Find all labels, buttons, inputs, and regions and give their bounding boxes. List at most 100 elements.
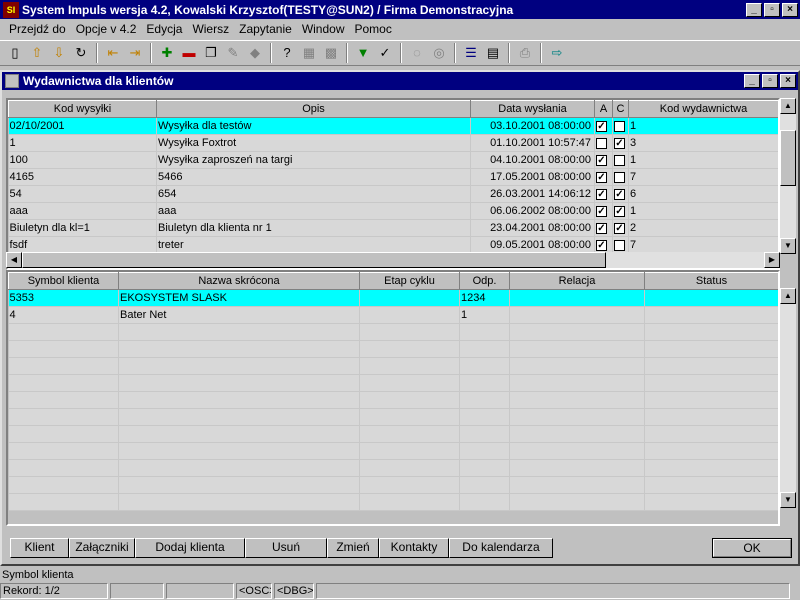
print-icon[interactable]: ⎙ [515, 43, 535, 63]
column-header-nazwa-skrocona[interactable]: Nazwa skrócona [118, 272, 360, 290]
cell-kod-wysylki[interactable]: fsdf [8, 236, 157, 254]
cell-opis[interactable]: Wysyłka zaproszeń na targi [156, 151, 471, 169]
cell-kod-wysylki[interactable]: aaa [8, 202, 157, 220]
cell-kod-wysylki[interactable]: 1 [8, 134, 157, 152]
copy-record-icon[interactable]: ❐ [201, 43, 221, 63]
cell-status[interactable] [644, 306, 778, 324]
cell-kod-wydawnictwa[interactable]: 1 [628, 151, 778, 169]
child-close-button[interactable]: × [780, 74, 796, 88]
cell-data-wyslania[interactable]: 09.05.2001 08:00:00 [470, 236, 595, 254]
cell-kod-wydawnictwa[interactable]: 2 [628, 219, 778, 237]
zmien-button[interactable]: Zmień [327, 538, 379, 558]
checkbox-c[interactable]: ✓ [614, 137, 625, 149]
klient-button[interactable]: Klient [10, 538, 69, 558]
checkbox-a[interactable]: ✓ [596, 171, 607, 183]
filter-icon[interactable]: ▼ [353, 43, 373, 63]
query-run-icon[interactable]: ▩ [321, 43, 341, 63]
checkbox-a[interactable]: ✓ [596, 120, 607, 132]
do-kalendarza-button[interactable]: Do kalendarza [449, 538, 553, 558]
menu-wiersz[interactable]: Wiersz [187, 22, 234, 36]
minimize-button[interactable]: _ [746, 2, 762, 17]
cell-etap-cyklu[interactable] [359, 306, 460, 324]
cell-opis[interactable]: Wysyłka dla testów [156, 117, 471, 135]
scroll-up-arrow-icon[interactable]: ▲ [780, 288, 796, 304]
kontakty-button[interactable]: Kontakty [379, 538, 449, 558]
table-row[interactable]: 02/10/2001 Wysyłka dla testów 03.10.2001… [8, 117, 778, 135]
schedule-icon[interactable]: ◎ [429, 43, 449, 63]
checkbox-c[interactable] [614, 154, 625, 166]
cell-kod-wydawnictwa[interactable]: 6 [628, 185, 778, 203]
clients-vertical-scrollbar[interactable]: ▲ ▼ [780, 288, 796, 508]
scroll-down-arrow-icon[interactable]: ▼ [780, 238, 796, 254]
menu-zapytanie[interactable]: Zapytanie [234, 22, 297, 36]
exit-icon[interactable]: ⇨ [547, 43, 567, 63]
checkbox-c[interactable]: ✓ [614, 222, 625, 234]
column-header-a[interactable]: A [594, 100, 613, 118]
checkbox-a[interactable] [596, 137, 607, 149]
menu-pomoc[interactable]: Pomoc [350, 22, 397, 36]
first-record-icon[interactable]: ⇤ [103, 43, 123, 63]
table-row[interactable]: aaa aaa 06.06.2002 08:00:00 ✓ ✓ 1 [8, 202, 778, 220]
checkbox-a[interactable]: ✓ [596, 154, 607, 166]
scroll-down-arrow-icon[interactable]: ▼ [780, 492, 796, 508]
column-header-relacja[interactable]: Relacja [509, 272, 645, 290]
menu-edycja[interactable]: Edycja [141, 22, 187, 36]
table-row[interactable]: Biuletyn dla kl=1 Biuletyn dla klienta n… [8, 219, 778, 237]
cell-opis[interactable]: 654 [156, 185, 471, 203]
cell-kod-wysylki[interactable]: 54 [8, 185, 157, 203]
checkbox-c[interactable] [614, 120, 625, 132]
cell-relacja[interactable] [509, 289, 645, 307]
cell-opis[interactable]: treter [156, 236, 471, 254]
cell-symbol-klienta[interactable]: 4 [8, 306, 119, 324]
column-header-symbol-klienta[interactable]: Symbol klienta [8, 272, 119, 290]
eraser-icon[interactable]: ◆ [245, 43, 265, 63]
cell-data-wyslania[interactable]: 04.10.2001 08:00:00 [470, 151, 595, 169]
arrow-down-icon[interactable]: ⇩ [49, 43, 69, 63]
column-header-opis[interactable]: Opis [156, 100, 471, 118]
arrow-up-icon[interactable]: ⇧ [27, 43, 47, 63]
query-help-icon[interactable]: ? [277, 43, 297, 63]
new-doc-icon[interactable]: ▯ [5, 43, 25, 63]
cell-kod-wysylki[interactable]: 02/10/2001 [8, 117, 157, 135]
cell-data-wyslania[interactable]: 01.10.2001 10:57:47 [470, 134, 595, 152]
cell-data-wyslania[interactable]: 06.06.2002 08:00:00 [470, 202, 595, 220]
table-row[interactable]: fsdf treter 09.05.2001 08:00:00 ✓ 7 [8, 236, 778, 254]
table-row[interactable]: 100 Wysyłka zaproszeń na targi 04.10.200… [8, 151, 778, 169]
delete-record-icon[interactable]: ▬ [179, 43, 199, 63]
cell-data-wyslania[interactable]: 03.10.2001 08:00:00 [470, 117, 595, 135]
cell-opis[interactable]: Biuletyn dla klienta nr 1 [156, 219, 471, 237]
print-preview-icon[interactable]: ▤ [483, 43, 503, 63]
calendar-icon[interactable]: ◌ [407, 43, 427, 63]
cell-kod-wydawnictwa[interactable]: 7 [628, 168, 778, 186]
report-icon[interactable]: ☰ [461, 43, 481, 63]
cell-status[interactable] [644, 289, 778, 307]
cell-kod-wysylki[interactable]: 100 [8, 151, 157, 169]
edit-record-icon[interactable]: ✎ [223, 43, 243, 63]
checkbox-c[interactable]: ✓ [614, 188, 625, 200]
cell-odp[interactable]: 1 [459, 306, 510, 324]
scroll-left-arrow-icon[interactable]: ◀ [6, 252, 22, 268]
column-header-etap-cyklu[interactable]: Etap cyklu [359, 272, 460, 290]
column-header-data-wyslania[interactable]: Data wysłania [470, 100, 595, 118]
shipments-vertical-scrollbar[interactable]: ▲ ▼ [780, 98, 796, 254]
cell-nazwa-skrocona[interactable]: Bater Net [118, 306, 360, 324]
app-icon[interactable]: SI [3, 1, 19, 18]
cell-opis[interactable]: 5466 [156, 168, 471, 186]
checkbox-a[interactable]: ✓ [596, 188, 607, 200]
shipments-horizontal-scrollbar[interactable]: ◀ ▶ [6, 252, 780, 268]
column-header-odp[interactable]: Odp. [459, 272, 510, 290]
column-header-status[interactable]: Status [644, 272, 778, 290]
menu-przejdz[interactable]: Przejdź do [4, 22, 71, 36]
cell-opis[interactable]: Wysyłka Foxtrot [156, 134, 471, 152]
column-header-kod-wydawnictwa[interactable]: Kod wydawnictwa [628, 100, 778, 118]
last-record-icon[interactable]: ⇥ [125, 43, 145, 63]
cell-data-wyslania[interactable]: 23.04.2001 08:00:00 [470, 219, 595, 237]
checkbox-a[interactable]: ✓ [596, 239, 607, 251]
cell-kod-wydawnictwa[interactable]: 1 [628, 117, 778, 135]
cell-relacja[interactable] [509, 306, 645, 324]
cell-data-wyslania[interactable]: 26.03.2001 14:06:12 [470, 185, 595, 203]
cell-data-wyslania[interactable]: 17.05.2001 08:00:00 [470, 168, 595, 186]
table-row[interactable]: 1 Wysyłka Foxtrot 01.10.2001 10:57:47 ✓ … [8, 134, 778, 152]
column-header-c[interactable]: C [612, 100, 629, 118]
checkbox-c[interactable]: ✓ [614, 205, 625, 217]
